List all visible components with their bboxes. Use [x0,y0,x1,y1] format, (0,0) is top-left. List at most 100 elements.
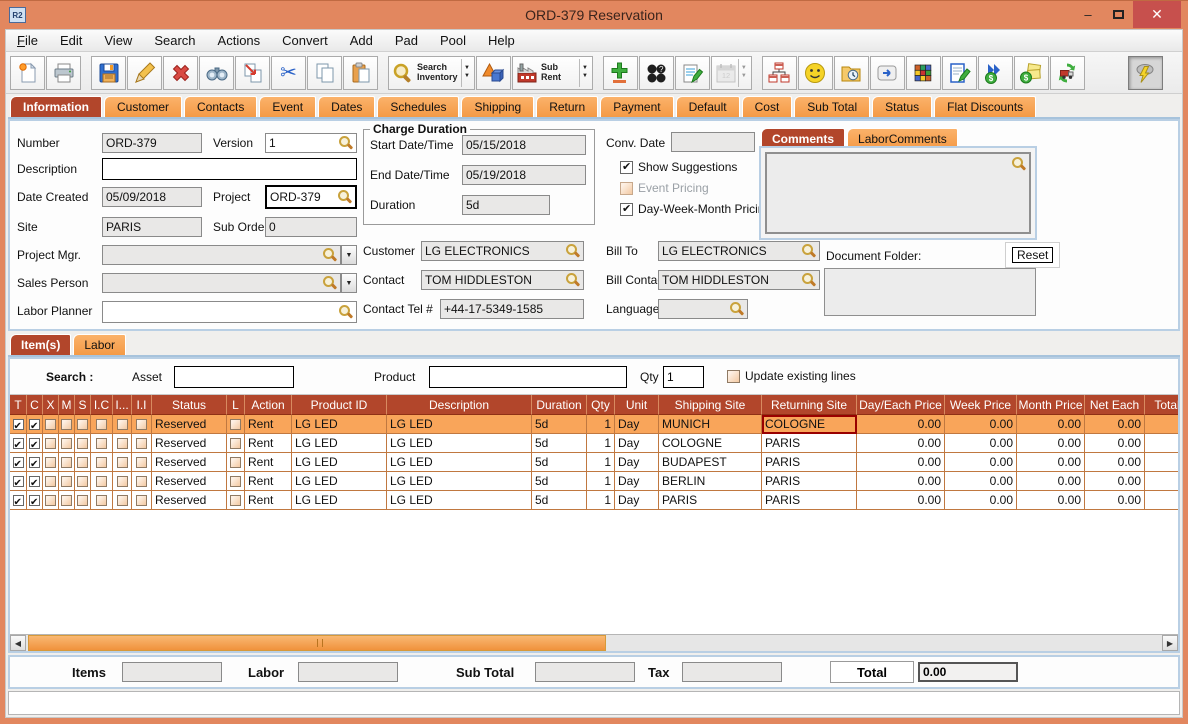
cell-i-i[interactable] [132,415,152,434]
cell-day-each-price[interactable]: 0.00 [857,491,945,510]
cell-week-price[interactable]: 0.00 [945,415,1017,434]
column-header-x[interactable]: X [43,395,59,415]
cell-day-each-price[interactable]: 0.00 [857,472,945,491]
labor-planner-search-icon[interactable] [338,305,353,320]
project-mgr-dropdown[interactable]: ▼ [341,245,357,265]
row-checkbox-c[interactable] [29,438,40,449]
row-checkbox-t[interactable] [13,476,24,487]
tab-sub-total[interactable]: Sub Total [794,96,870,117]
table-row[interactable]: ReservedRentLG LEDLG LED5d1DayBERLINPARI… [10,472,1178,491]
cell-returning-site[interactable]: PARIS [762,453,857,472]
minimize-button[interactable]: – [1073,1,1103,28]
cell-total[interactable] [1145,453,1178,472]
tab-labor[interactable]: Labor [73,334,126,355]
column-header-qty[interactable]: Qty [587,395,615,415]
cut-button[interactable]: ✂ [271,56,306,90]
duplicate-button[interactable] [235,56,270,90]
maximize-button[interactable] [1103,1,1133,28]
cell-day-each-price[interactable]: 0.00 [857,434,945,453]
cell-product-id[interactable]: LG LED [292,434,387,453]
row-checkbox-i-c[interactable] [96,476,107,487]
shapes-3d-button[interactable] [476,56,511,90]
project-mgr-search-icon[interactable] [322,248,337,263]
cell-duration[interactable]: 5d [532,415,587,434]
history-folder-button[interactable] [834,56,869,90]
cell-shipping-site[interactable]: BUDAPEST [659,453,762,472]
tab-information[interactable]: Information [10,96,102,117]
cell-day-each-price[interactable]: 0.00 [857,415,945,434]
cell-total[interactable] [1145,415,1178,434]
cell-action[interactable]: Rent [245,491,292,510]
table-row[interactable]: ReservedRentLG LEDLG LED5d1DayPARISPARIS… [10,491,1178,510]
group-options-button[interactable]: ? [639,56,674,90]
version-field[interactable]: 1 [265,133,357,153]
menu-item-edit[interactable]: Edit [49,31,93,50]
duration-field[interactable]: 5d [462,195,550,215]
cell-month-price[interactable]: 0.00 [1017,453,1085,472]
table-row[interactable]: ReservedRentLG LEDLG LED5d1DayMUNICHCOLO… [10,415,1178,434]
cell-i[interactable] [113,472,132,491]
contact-tel-field[interactable]: +44-17-5349-1585 [440,299,584,319]
row-checkbox-l[interactable] [230,476,241,487]
cell-unit[interactable]: Day [615,453,659,472]
column-header-product-id[interactable]: Product ID [292,395,387,415]
cell-status[interactable]: Reserved [152,434,227,453]
cell-action[interactable]: Rent [245,453,292,472]
cell-x[interactable] [43,453,59,472]
sales-person-field[interactable] [102,273,341,293]
cell-action[interactable]: Rent [245,472,292,491]
notes-button[interactable] [675,56,710,90]
row-checkbox-t[interactable] [13,438,24,449]
row-checkbox-t[interactable] [13,495,24,506]
update-existing-checkbox[interactable]: Update existing lines [727,369,856,383]
column-header-week-price[interactable]: Week Price [945,395,1017,415]
cell-status[interactable]: Reserved [152,472,227,491]
row-checkbox-i[interactable] [117,438,128,449]
cell-l[interactable] [227,415,245,434]
menu-item-file[interactable]: File [6,31,49,50]
cell-week-price[interactable]: 0.00 [945,434,1017,453]
cell-shipping-site[interactable]: BERLIN [659,472,762,491]
row-checkbox-c[interactable] [29,476,40,487]
column-header-month-price[interactable]: Month Price [1017,395,1085,415]
cell-i-c[interactable] [91,415,113,434]
row-checkbox-i-c[interactable] [96,457,107,468]
smiley-button[interactable] [798,56,833,90]
tab-payment[interactable]: Payment [600,96,673,117]
row-checkbox-i-i[interactable] [136,476,147,487]
cell-description[interactable]: LG LED [387,434,532,453]
transfer-truck-button[interactable] [1050,56,1085,90]
cell-c[interactable] [27,472,43,491]
row-checkbox-i-i[interactable] [136,419,147,430]
cell-s[interactable] [75,491,91,510]
cell-returning-site[interactable]: PARIS [762,491,857,510]
hierarchy-button[interactable] [762,56,797,90]
row-checkbox-c[interactable] [29,457,40,468]
cell-i-c[interactable] [91,453,113,472]
cell-description[interactable]: LG LED [387,472,532,491]
column-header-returning-site[interactable]: Returning Site [762,395,857,415]
row-checkbox-x[interactable] [45,476,56,487]
row-checkbox-m[interactable] [61,419,72,430]
scroll-left-arrow[interactable]: ◀ [10,635,26,651]
bill-to-field[interactable]: LG ELECTRONICS [658,241,820,261]
cell-unit[interactable]: Day [615,491,659,510]
cell-duration[interactable]: 5d [532,491,587,510]
cell-l[interactable] [227,434,245,453]
cell-net-each[interactable]: 0.00 [1085,434,1145,453]
cell-m[interactable] [59,472,75,491]
cell-month-price[interactable]: 0.00 [1017,472,1085,491]
cell-status[interactable]: Reserved [152,453,227,472]
sub-rent-button[interactable]: Sub Rent ▼▼ [512,56,593,90]
end-field[interactable]: 05/19/2018 [462,165,586,185]
cell-week-price[interactable]: 0.00 [945,472,1017,491]
row-checkbox-x[interactable] [45,438,56,449]
contact-search-icon[interactable] [565,273,580,288]
description-input[interactable] [102,158,357,180]
cube-blocks-button[interactable] [906,56,941,90]
menu-item-view[interactable]: View [93,31,143,50]
cell-t[interactable] [10,415,27,434]
row-checkbox-c[interactable] [29,495,40,506]
cell-month-price[interactable]: 0.00 [1017,434,1085,453]
cell-net-each[interactable]: 0.00 [1085,491,1145,510]
